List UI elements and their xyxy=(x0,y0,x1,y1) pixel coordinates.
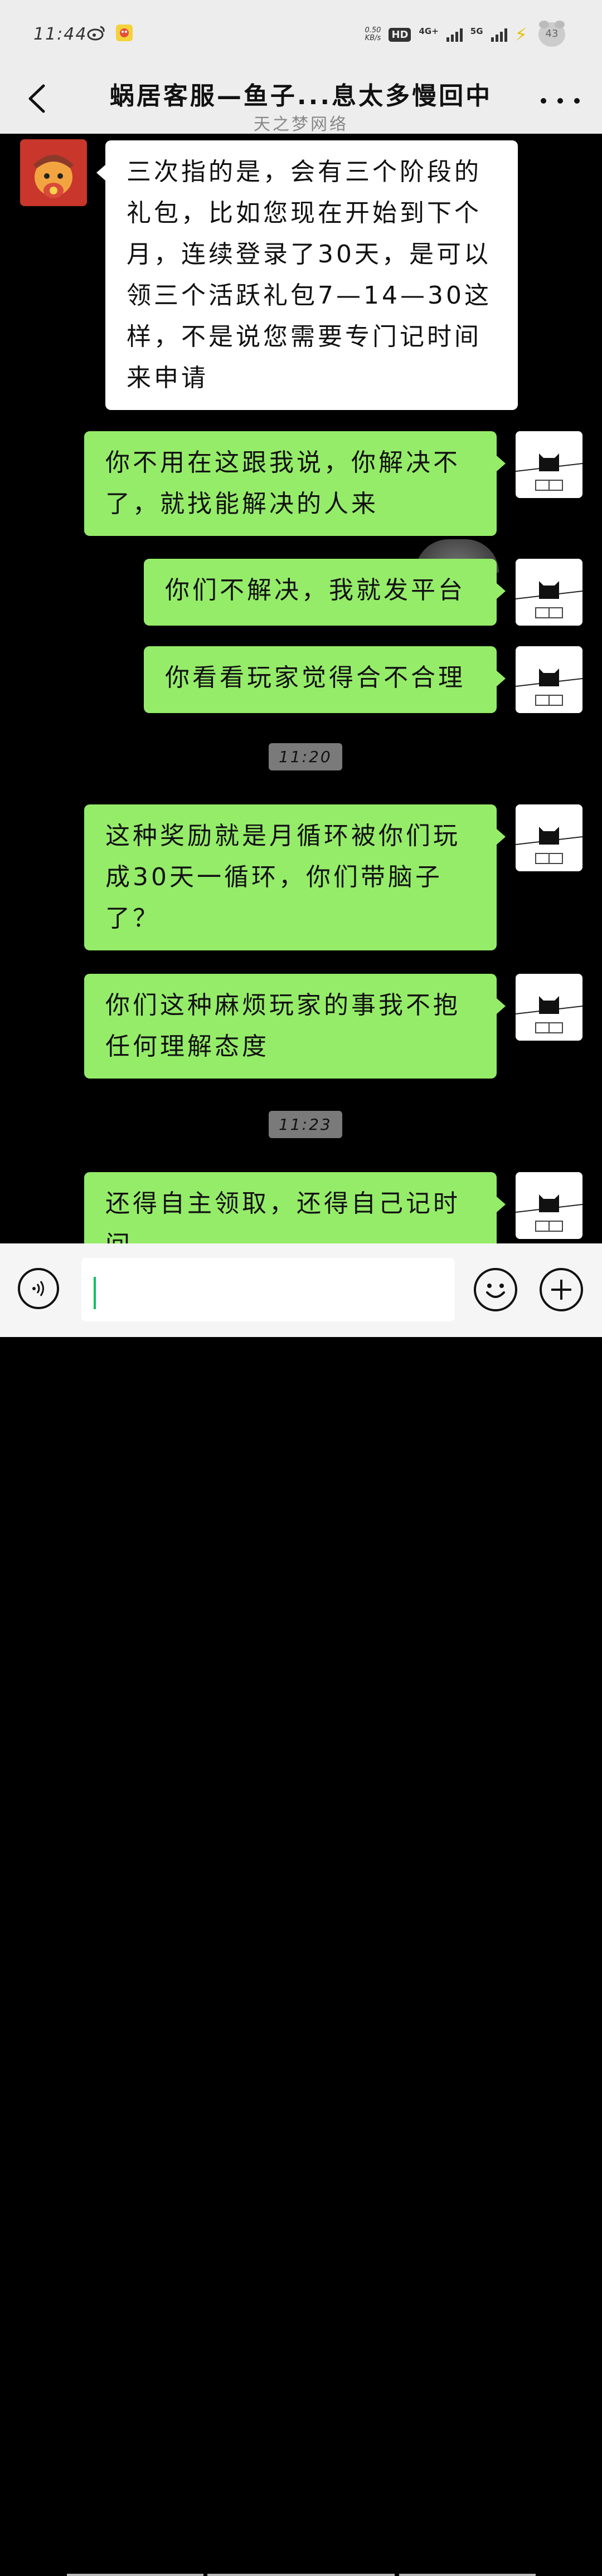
input-bar xyxy=(0,1243,602,2576)
message-timestamp: 11:23 xyxy=(269,1111,342,1138)
back-arrow-icon xyxy=(28,84,45,113)
hd-badge: HD xyxy=(389,27,411,42)
nav-indicator xyxy=(399,2574,536,2576)
battery-icon: 43 xyxy=(535,18,569,51)
message-list[interactable]: 三次指的是，会有三个阶段的礼包，比如您现在开始到下个月，连续登录了30天，是可以… xyxy=(0,134,602,1243)
message-bubble-outgoing[interactable]: 还得自主领取，还得自己记时间 xyxy=(84,1172,506,1243)
message-timestamp: 11:20 xyxy=(269,743,342,770)
status-right: 0.50 KB/s HD 4G+ 5G ⚡ 43 xyxy=(365,18,569,51)
plus-button[interactable] xyxy=(540,1268,583,1311)
status-time: 11:44 xyxy=(33,25,88,44)
chat-title: 蜗居客服—鱼子...息太多慢回中 xyxy=(109,82,493,110)
status-left-icons xyxy=(87,25,133,41)
more-dot xyxy=(557,98,563,104)
chat-subtitle: 天之梦网络 xyxy=(254,115,348,134)
net-speed: 0.50 KB/s xyxy=(365,27,381,42)
user-avatar[interactable] xyxy=(516,559,582,626)
voice-icon xyxy=(32,1281,44,1296)
plus-icon xyxy=(551,1280,571,1300)
net-speed-unit: KB/s xyxy=(365,34,381,42)
sim2-label: 5G xyxy=(470,26,483,36)
nav-indicator xyxy=(67,2574,203,2576)
app-notification-icon xyxy=(116,25,133,41)
message-bubble-incoming[interactable]: 三次指的是，会有三个阶段的礼包，比如您现在开始到下个月，连续登录了30天，是可以… xyxy=(96,140,518,410)
user-avatar[interactable] xyxy=(516,974,582,1041)
more-dot xyxy=(541,98,546,104)
chat-header: 蜗居客服—鱼子...息太多慢回中 天之梦网络 xyxy=(0,68,602,134)
status-bar: 11:44 0.50 KB/s HD 4G+ 5G ⚡ 43 xyxy=(0,0,602,68)
user-avatar[interactable] xyxy=(516,804,582,871)
user-avatar[interactable] xyxy=(516,646,582,713)
message-input[interactable] xyxy=(81,1258,455,1321)
sim1-label: 4G+ xyxy=(419,26,439,36)
message-bubble-outgoing[interactable]: 你们这种麻烦玩家的事我不抱任何理解态度 xyxy=(84,974,506,1079)
emoji-button[interactable] xyxy=(474,1268,517,1311)
sim2-signal-icon xyxy=(491,27,507,42)
user-avatar[interactable] xyxy=(516,1172,582,1239)
message-bubble-outgoing[interactable]: 你看看玩家觉得合不合理 xyxy=(144,646,506,713)
sim1-signal-icon xyxy=(446,27,463,42)
weibo-icon xyxy=(87,26,105,41)
more-button[interactable] xyxy=(541,87,580,115)
voice-button[interactable] xyxy=(18,1268,59,1309)
nav-indicator xyxy=(207,2574,395,2576)
net-speed-value: 0.50 xyxy=(365,26,381,35)
message-bubble-outgoing[interactable]: 你们不解决，我就发平台 xyxy=(144,559,506,626)
message-bubble-outgoing[interactable]: 这种奖励就是月循环被你们玩成30天一循环，你们带脑子了？ xyxy=(84,804,506,950)
more-dot xyxy=(574,98,580,104)
emoji-icon xyxy=(486,1284,505,1298)
charging-icon: ⚡ xyxy=(514,24,527,45)
back-button[interactable] xyxy=(26,79,48,118)
message-bubble-outgoing[interactable]: 你不用在这跟我说，你解决不了，就找能解决的人来 xyxy=(84,431,506,536)
support-avatar[interactable] xyxy=(20,139,87,206)
user-avatar[interactable] xyxy=(516,431,582,498)
battery-level: 43 xyxy=(545,28,559,40)
text-caret xyxy=(94,1277,96,1309)
